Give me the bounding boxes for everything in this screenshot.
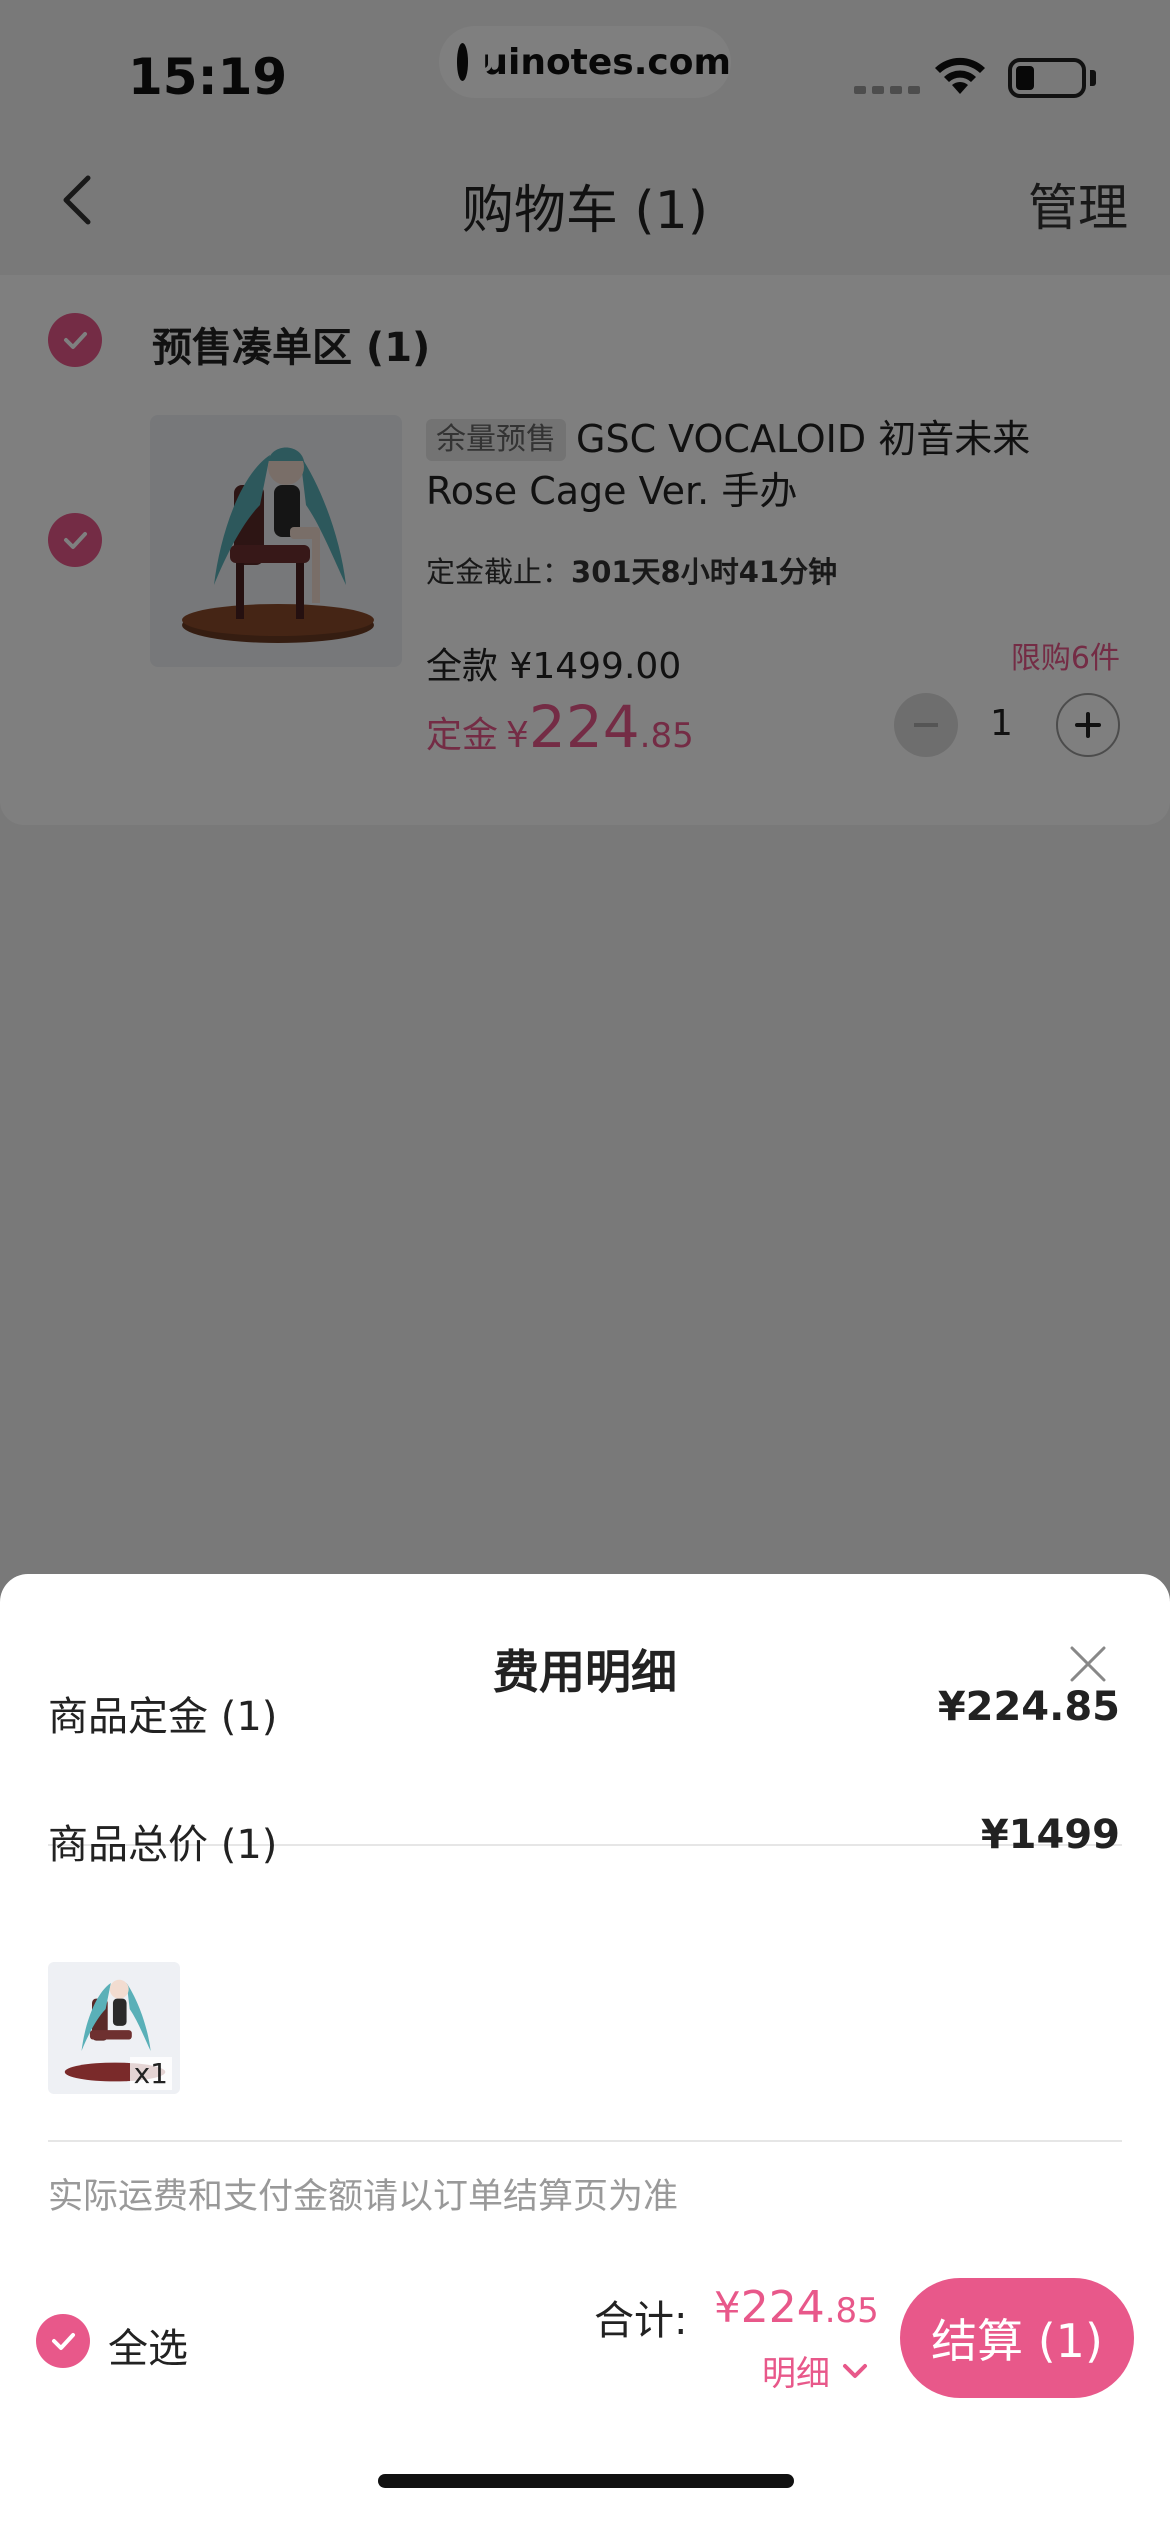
checkout-button[interactable]: 结算 (1): [900, 2278, 1134, 2398]
total-label: 合计:: [594, 2298, 688, 2344]
shipping-note: 实际运费和支付金额请以订单结算页为准: [48, 2177, 679, 2217]
fee-detail-sheet: 费用明细 商品定金 (1) ¥224.85 商品总价 (1) ¥1499 x1 …: [0, 1574, 1170, 2532]
total-value: ¥ 224 .85: [714, 2282, 879, 2333]
deposit-row-value: ¥224.85: [937, 1684, 1120, 1730]
detail-label: 明细: [762, 2354, 830, 2394]
product-thumbnail: x1: [48, 1962, 180, 2094]
total-price-row-label: 商品总价 (1): [48, 1822, 278, 1868]
total-integer: 224: [740, 2282, 825, 2333]
close-icon[interactable]: [1064, 1640, 1112, 1688]
total-decimal: .85: [824, 2291, 879, 2331]
total-currency: ¥: [714, 2283, 741, 2332]
thumbnail-quantity: x1: [129, 2057, 172, 2090]
divider: [48, 2140, 1122, 2142]
select-all-label[interactable]: 全选: [108, 2316, 188, 2374]
checkmark-icon: [52, 2333, 75, 2350]
select-all-checkbox[interactable]: [36, 2314, 90, 2368]
total-price-row-value: ¥1499: [980, 1812, 1120, 1858]
chevron-down-icon: [843, 2363, 867, 2378]
home-indicator: [378, 2474, 794, 2488]
deposit-row-label: 商品定金 (1): [48, 1694, 278, 1740]
detail-toggle[interactable]: 明细: [762, 2346, 870, 2395]
